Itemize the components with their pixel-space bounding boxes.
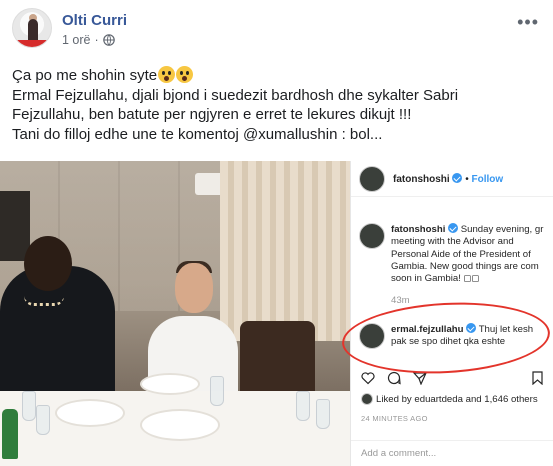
ig-add-comment[interactable]: Add a comment... (351, 440, 553, 466)
photo-glass (36, 405, 50, 435)
photo-chair (240, 321, 315, 401)
verified-icon (448, 223, 459, 233)
photo-necklace (24, 296, 64, 306)
meta-separator: · (94, 33, 99, 47)
more-icon[interactable]: ••• (517, 12, 539, 33)
face-screaming-emoji (158, 66, 176, 83)
ig-header-line: fatonshoshi • Follow (393, 173, 503, 185)
post-meta: 1 orë · (62, 33, 115, 47)
post-line-2: Ermal Fejzullahu, djali bjond i suedezit… (12, 86, 459, 104)
photo-plate (55, 399, 125, 427)
post-line-4: Tani do filloj edhe une te komentoj @xum… (12, 125, 383, 143)
ig-header-avatar (359, 166, 385, 192)
post-text: Ça po me shohin syte Ermal Fejzullahu, d… (12, 66, 542, 144)
ig-likes: Liked by eduartdeda and 1,646 others (361, 393, 538, 405)
globe-icon[interactable] (102, 34, 115, 46)
ig-likes-text[interactable]: Liked by eduartdeda and 1,646 others (376, 394, 538, 405)
ig-follow-button[interactable]: Follow (472, 174, 504, 185)
author-avatar[interactable] (12, 8, 52, 48)
ig-timestamp: 24 MINUTES AGO (361, 414, 428, 423)
photo-glass (22, 391, 36, 421)
post-time[interactable]: 1 orë (62, 33, 91, 47)
ig-header-username[interactable]: fatonshoshi (393, 174, 450, 185)
ig-liker-avatar (361, 393, 373, 405)
bookmark-icon[interactable] (532, 371, 543, 385)
photo-glass (316, 399, 330, 429)
facebook-post: Olti Curri 1 orë · ••• Ça po me shohin s… (0, 0, 553, 466)
photo-plate (140, 409, 220, 441)
photo-bottle (2, 409, 18, 459)
verified-icon (452, 173, 463, 183)
ig-caption-username[interactable]: fatonshoshi (391, 224, 445, 235)
photo-glass (210, 376, 224, 406)
post-line-1: Ça po me shohin syte (12, 66, 542, 86)
ig-caption-avatar (359, 223, 385, 249)
ig-caption: fatonshoshi Sunday evening, gr meeting w… (391, 223, 551, 285)
post-line-3: Fejzullahu, ben batute per ngjyren e err… (12, 106, 412, 124)
restaurant-photo (0, 161, 350, 466)
post-line-1-text: Ça po me shohin syte (12, 67, 158, 84)
photo-person-left-head (24, 236, 72, 291)
avatar-red-bar (13, 40, 51, 47)
heart-icon[interactable] (361, 371, 375, 385)
face-screaming-emoji (176, 66, 194, 83)
photo-curtain (220, 161, 350, 341)
photo-person-right-head (175, 263, 213, 313)
ig-header: fatonshoshi • Follow (351, 161, 553, 197)
ig-caption-time: 43m (391, 295, 410, 306)
comment-icon[interactable] (387, 371, 401, 385)
ig-header-dot: • (465, 174, 469, 185)
photo-plate (140, 373, 200, 395)
author-name[interactable]: Olti Curri (62, 12, 127, 29)
photo-glass (296, 391, 310, 421)
